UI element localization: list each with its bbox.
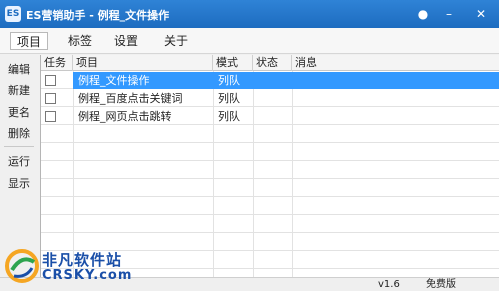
minimize-button[interactable]: –	[438, 4, 460, 24]
menu-bar: 项目 标签 设置 关于	[0, 28, 499, 54]
title-bar: ES ES营销助手 - 例程_文件操作 ● – ✕	[0, 0, 499, 28]
column-header-mode[interactable]: 模式	[213, 55, 253, 71]
mode-cell: 列队	[218, 92, 240, 105]
project-cell: 例程_百度点击关键词	[78, 92, 183, 105]
project-cell: 例程_文件操作	[78, 74, 150, 87]
edit-button[interactable]: 编辑	[8, 61, 30, 77]
delete-button[interactable]: 删除	[8, 125, 30, 141]
skin-icon[interactable]: ●	[412, 4, 434, 24]
empty-row	[41, 126, 499, 143]
watermark-en-text: CRSKY.com	[42, 268, 133, 283]
task-checkbox[interactable]	[45, 111, 56, 122]
menu-about[interactable]: 关于	[158, 32, 194, 50]
status-cell	[254, 72, 257, 89]
action-sidebar: 编辑 新建 更名 删除 运行 显示	[0, 55, 38, 277]
empty-row	[41, 180, 499, 197]
column-header-project[interactable]: 项目	[73, 55, 213, 71]
watermark-cn-text: 非凡软件站	[42, 251, 123, 269]
column-header-task[interactable]: 任务	[41, 55, 73, 71]
column-header-status[interactable]: 状态	[253, 55, 292, 71]
edition-label: 免费版	[426, 279, 456, 290]
task-table[interactable]: 任务 项目 模式 状态 消息 例程_文件操作 列队 例程_百度点击关键词 列队 …	[40, 55, 499, 277]
empty-row	[41, 144, 499, 161]
empty-row	[41, 162, 499, 179]
window-title: ES营销助手 - 例程_文件操作	[26, 9, 170, 22]
empty-row	[41, 216, 499, 233]
mode-cell: 列队	[218, 74, 240, 87]
column-header-message[interactable]: 消息	[292, 55, 499, 71]
mode-cell: 列队	[218, 110, 240, 123]
run-button[interactable]: 运行	[8, 153, 30, 169]
version-label: v1.6	[378, 279, 400, 290]
menu-settings[interactable]: 设置	[108, 32, 144, 50]
close-button[interactable]: ✕	[470, 4, 492, 24]
table-header: 任务 项目 模式 状态 消息	[41, 55, 499, 71]
display-button[interactable]: 显示	[8, 175, 30, 191]
sidebar-divider	[4, 146, 34, 147]
table-row[interactable]: 例程_百度点击关键词 列队	[41, 90, 499, 107]
status-cell	[254, 108, 257, 125]
status-cell	[254, 90, 257, 107]
new-button[interactable]: 新建	[8, 82, 30, 98]
message-cell	[293, 90, 296, 107]
table-row[interactable]: 例程_文件操作 列队	[41, 72, 499, 89]
message-cell	[293, 108, 296, 125]
watermark-swirl-icon	[5, 249, 39, 283]
project-cell: 例程_网页点击跳转	[78, 110, 172, 123]
empty-row	[41, 198, 499, 215]
menu-project[interactable]: 项目	[10, 32, 49, 50]
menu-tags[interactable]: 标签	[62, 32, 98, 50]
task-checkbox[interactable]	[45, 93, 56, 104]
table-row[interactable]: 例程_网页点击跳转 列队	[41, 108, 499, 125]
rename-button[interactable]: 更名	[8, 104, 30, 120]
task-checkbox[interactable]	[45, 75, 56, 86]
watermark-logo: 非凡软件站 CRSKY.com	[4, 248, 131, 288]
app-icon: ES	[5, 6, 21, 22]
message-cell	[293, 72, 296, 89]
